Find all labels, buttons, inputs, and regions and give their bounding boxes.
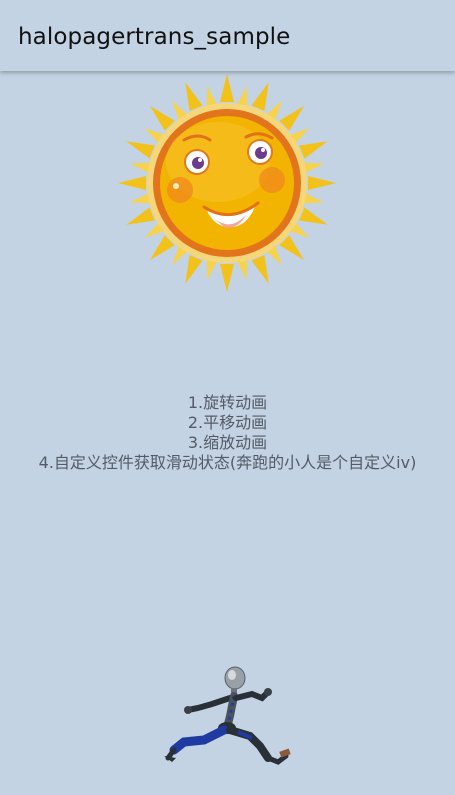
app-title: halopagertrans_sample <box>18 24 291 50</box>
app-toolbar: halopagertrans_sample <box>0 0 455 71</box>
app-screen: halopagertrans_sample 1.旋转动画 2.平移动画 3.缩放… <box>0 0 455 795</box>
robot-back-leg <box>169 725 229 755</box>
running-robot-image[interactable] <box>160 664 296 772</box>
sun-image[interactable] <box>118 74 336 292</box>
right-eye <box>247 139 273 165</box>
description-line-2: 2.平移动画 <box>187 413 268 432</box>
description-line-3: 3.缩放动画 <box>187 433 268 452</box>
left-cheek <box>167 177 193 203</box>
robot-back-arm <box>185 695 233 713</box>
right-cheek <box>259 167 285 193</box>
robot-front-arm <box>233 689 271 702</box>
left-eye <box>184 149 210 175</box>
description-line-1: 1.旋转动画 <box>187 393 268 412</box>
description-line-4: 4.自定义控件获取滑动状态(奔跑的小人是个自定义iv) <box>38 453 417 472</box>
robot-front-leg <box>226 726 272 762</box>
description-list: 1.旋转动画 2.平移动画 3.缩放动画 4.自定义控件获取滑动状态(奔跑的小人… <box>0 393 455 473</box>
